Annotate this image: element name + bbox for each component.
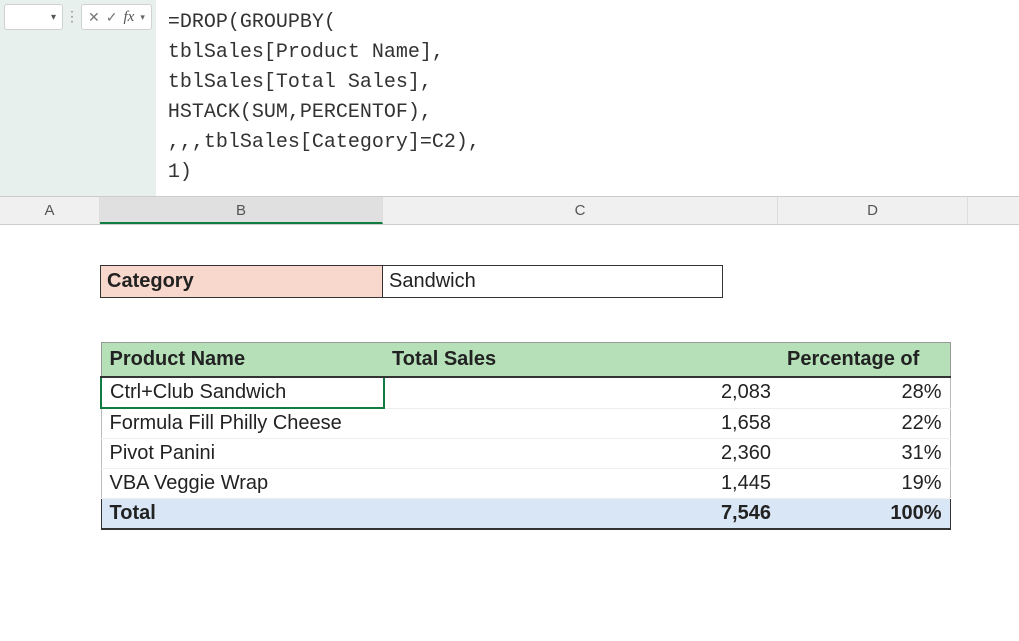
formula-input[interactable]: =DROP(GROUPBY( tblSales[Product Name], t… xyxy=(156,0,1019,196)
formula-bar: ▾ ⋮ ✕ ✓ fx ▾ =DROP(GROUPBY( tblSales[Pro… xyxy=(0,0,1019,197)
cell-total-pct[interactable]: 100% xyxy=(779,499,950,530)
header-sales[interactable]: Total Sales xyxy=(384,343,779,378)
worksheet[interactable]: Category Sandwich Product Name Total Sal… xyxy=(0,225,1019,530)
cell-pct[interactable]: 28% xyxy=(779,377,950,408)
formula-line: =DROP(GROUPBY( xyxy=(168,11,336,34)
column-header-A[interactable]: A xyxy=(0,197,100,224)
fx-icon[interactable]: fx xyxy=(124,9,135,26)
table-total-row: Total 7,546 100% xyxy=(101,499,950,530)
formula-line: ,,,tblSales[Category]=C2), xyxy=(168,131,480,154)
column-header-C[interactable]: C xyxy=(383,197,778,224)
active-cell[interactable]: Ctrl+Club Sandwich xyxy=(101,377,384,408)
table-row: VBA Veggie Wrap 1,445 19% xyxy=(101,469,950,499)
chevron-down-icon[interactable]: ▾ xyxy=(140,12,145,23)
chevron-down-icon[interactable]: ▾ xyxy=(51,12,56,23)
separator: ⋮ xyxy=(65,8,79,25)
table-row: Ctrl+Club Sandwich 2,083 28% xyxy=(101,377,950,408)
accept-icon[interactable]: ✓ xyxy=(106,9,118,26)
column-header-B[interactable]: B xyxy=(100,197,383,224)
cell-product[interactable]: Pivot Panini xyxy=(101,439,384,469)
cell-product[interactable]: Formula Fill Philly Cheese xyxy=(101,408,384,439)
cancel-icon[interactable]: ✕ xyxy=(88,9,100,26)
formula-line: 1) xyxy=(168,161,192,184)
cell-sales[interactable]: 2,083 xyxy=(384,377,779,408)
name-box[interactable]: ▾ xyxy=(4,4,63,30)
cell-pct[interactable]: 22% xyxy=(779,408,950,439)
column-header-D[interactable]: D xyxy=(778,197,968,224)
cell-total-label[interactable]: Total xyxy=(101,499,384,530)
cell-sales[interactable]: 2,360 xyxy=(384,439,779,469)
formula-line: tblSales[Total Sales], xyxy=(168,71,432,94)
cell-sales[interactable]: 1,445 xyxy=(384,469,779,499)
category-label-cell[interactable]: Category xyxy=(100,265,383,298)
cell-pct[interactable]: 19% xyxy=(779,469,950,499)
formula-line: tblSales[Product Name], xyxy=(168,41,444,64)
header-pct[interactable]: Percentage of xyxy=(779,343,950,378)
formula-line: HSTACK(SUM,PERCENTOF), xyxy=(168,101,432,124)
category-value-cell[interactable]: Sandwich xyxy=(383,265,723,298)
column-headers: A B C D xyxy=(0,197,1019,225)
results-table: Product Name Total Sales Percentage of C… xyxy=(100,342,951,530)
cell-pct[interactable]: 31% xyxy=(779,439,950,469)
cell-product[interactable]: VBA Veggie Wrap xyxy=(101,469,384,499)
table-row: Pivot Panini 2,360 31% xyxy=(101,439,950,469)
header-product[interactable]: Product Name xyxy=(101,343,384,378)
formula-controls: ✕ ✓ fx ▾ xyxy=(81,4,152,30)
cell-sales[interactable]: 1,658 xyxy=(384,408,779,439)
cell-total-sales[interactable]: 7,546 xyxy=(384,499,779,530)
category-filter-row: Category Sandwich xyxy=(100,265,1019,298)
table-row: Formula Fill Philly Cheese 1,658 22% xyxy=(101,408,950,439)
table-header-row: Product Name Total Sales Percentage of xyxy=(101,343,950,378)
